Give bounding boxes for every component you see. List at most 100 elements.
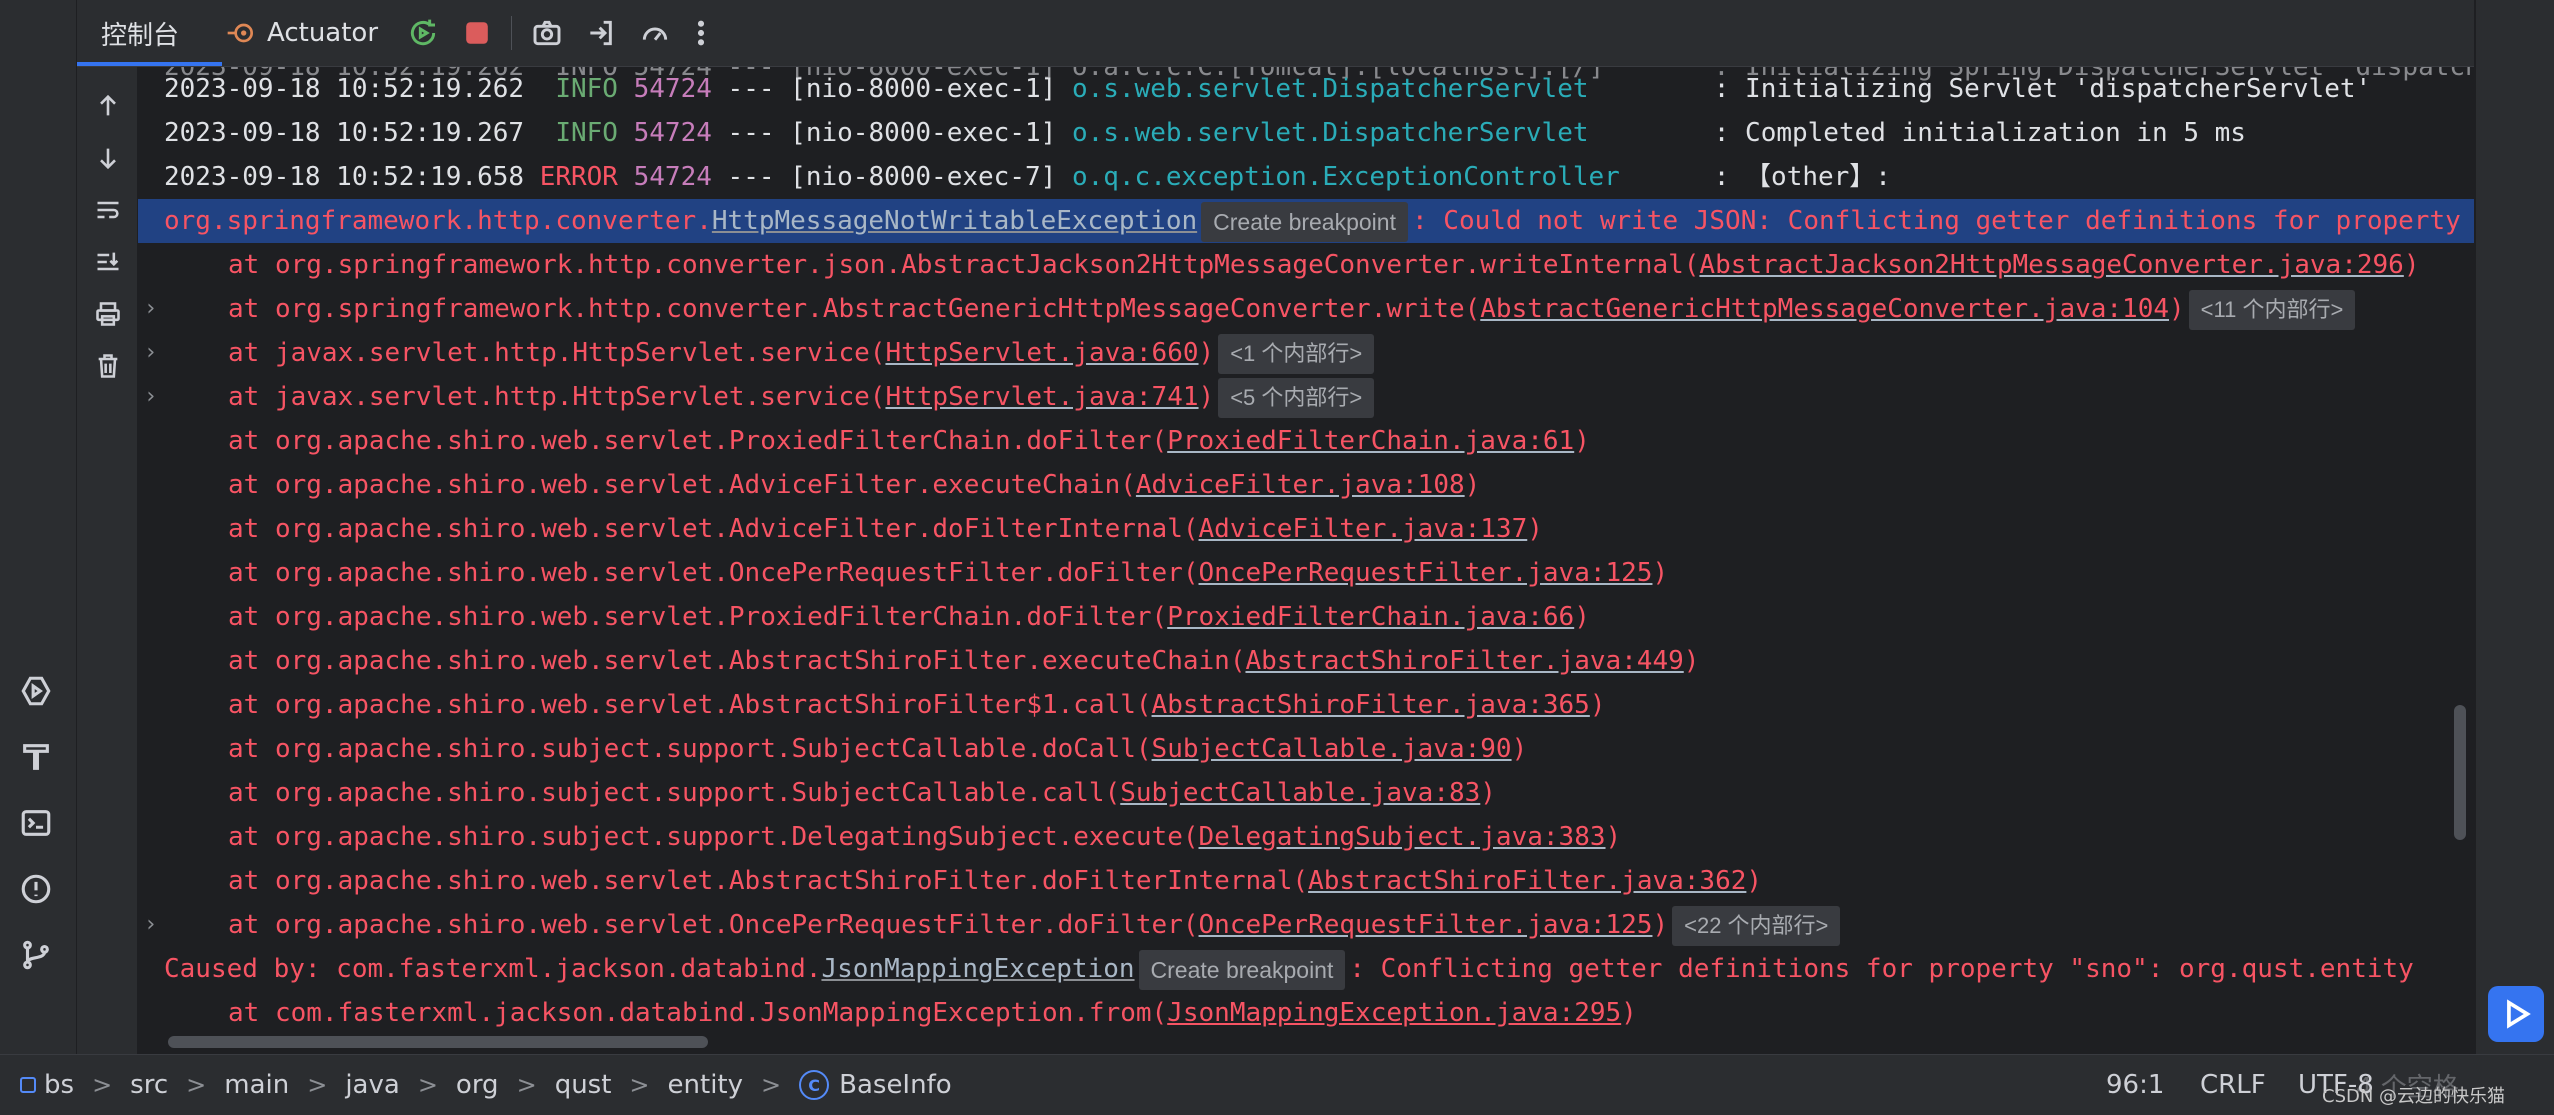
expand-fold-icon[interactable]: › bbox=[144, 287, 157, 331]
source-link[interactable]: JsonMappingException.java:295 bbox=[1167, 998, 1621, 1028]
chevron-right-icon: > bbox=[307, 1071, 328, 1099]
build-icon[interactable] bbox=[17, 738, 55, 776]
stack-frame-line: at org.apache.shiro.subject.support.Subj… bbox=[228, 734, 1528, 764]
soft-wrap-button[interactable] bbox=[91, 193, 125, 227]
stack-frame-line: at org.apache.shiro.web.servlet.ProxiedF… bbox=[228, 426, 1590, 456]
watermark: CSDN @云边的快乐猫 bbox=[2322, 1086, 2506, 1107]
stop-button[interactable] bbox=[459, 15, 495, 51]
scroll-up-button[interactable] bbox=[91, 89, 125, 123]
expand-fold-icon[interactable]: › bbox=[144, 375, 157, 419]
breadcrumb-item[interactable]: C BaseInfo bbox=[799, 1070, 952, 1100]
source-link[interactable]: SubjectCallable.java:90 bbox=[1152, 734, 1512, 764]
gauge-icon bbox=[642, 27, 668, 41]
problems-icon[interactable] bbox=[17, 870, 55, 908]
source-link[interactable]: OncePerRequestFilter.java:125 bbox=[1199, 910, 1653, 940]
breadcrumb: bs > src > main > java > org > qust > entity > C BaseIn… bbox=[20, 1055, 952, 1115]
soft-wrap-icon bbox=[97, 201, 119, 219]
stack-frame-line: at org.springframework.http.converter.js… bbox=[228, 250, 2420, 280]
stack-frame-line: at org.apache.shiro.web.servlet.Abstract… bbox=[228, 690, 1606, 720]
source-link[interactable]: SubjectCallable.java:83 bbox=[1120, 778, 1480, 808]
print-button[interactable] bbox=[91, 297, 125, 331]
expand-fold-icon[interactable]: › bbox=[144, 331, 157, 375]
source-link[interactable]: AbstractJackson2HttpMessageConverter.jav… bbox=[1699, 250, 2403, 280]
caused-by-line: Caused by: com.fasterxml.jackson.databin… bbox=[138, 947, 2474, 991]
source-link[interactable]: AbstractShiroFilter.java:362 bbox=[1308, 866, 1746, 896]
scroll-to-end-icon bbox=[97, 252, 119, 271]
create-breakpoint-hint[interactable]: Create breakpoint bbox=[1138, 949, 1346, 990]
breadcrumb-item[interactable]: src bbox=[130, 1070, 168, 1100]
git-icon[interactable] bbox=[17, 936, 55, 974]
stack-frame-line: › at javax.servlet.http.HttpServlet.servi… bbox=[138, 331, 2474, 375]
caret-position[interactable]: 96:1 bbox=[2106, 1055, 2164, 1115]
breadcrumb-item[interactable]: qust bbox=[555, 1070, 612, 1100]
profiler-button[interactable] bbox=[637, 15, 673, 51]
camera-icon bbox=[533, 20, 561, 46]
horizontal-scrollbar[interactable] bbox=[168, 1036, 708, 1048]
chevron-right-icon: > bbox=[516, 1071, 537, 1099]
breadcrumb-item[interactable]: java bbox=[345, 1070, 399, 1100]
actuator-icon bbox=[227, 23, 253, 43]
vertical-scrollbar[interactable] bbox=[2454, 705, 2466, 840]
exception-class-link[interactable]: HttpMessageNotWritableException bbox=[712, 206, 1197, 236]
screenshot-button[interactable] bbox=[529, 15, 565, 51]
stack-frame-line: › at org.apache.shiro.web.servlet.OncePer… bbox=[138, 903, 2474, 947]
console-output[interactable]: 2023-09-18 10:52:19.262 INFO 54724 --- [… bbox=[138, 67, 2474, 1054]
log-line: 2023-09-18 10:52:19.267 INFO 54724 --- [… bbox=[164, 118, 2246, 148]
stack-frame-line: at com.fasterxml.jackson.databind.JsonMa… bbox=[228, 998, 1637, 1028]
rerun-button[interactable] bbox=[405, 15, 441, 51]
source-link[interactable]: AdviceFilter.java:108 bbox=[1136, 470, 1465, 500]
log-line: 2023-09-18 10:52:19.658 ERROR 54724 --- … bbox=[164, 162, 1891, 192]
source-link[interactable]: DelegatingSubject.java:383 bbox=[1199, 822, 1606, 852]
class-icon: C bbox=[799, 1070, 830, 1100]
run-action-button[interactable] bbox=[2488, 986, 2544, 1042]
stack-frame-line: › at org.springframework.http.converter.A… bbox=[138, 287, 2474, 331]
play-icon bbox=[2507, 999, 2531, 1029]
breadcrumb-item[interactable]: bs bbox=[20, 1070, 74, 1100]
tab-console[interactable]: 控制台 bbox=[101, 0, 179, 66]
scroll-to-end-button[interactable] bbox=[91, 245, 125, 279]
scroll-down-button[interactable] bbox=[91, 141, 125, 175]
source-link[interactable]: AbstractGenericHttpMessageConverter.java… bbox=[1480, 294, 2169, 324]
stack-frame-line: at org.apache.shiro.web.servlet.Abstract… bbox=[228, 646, 1700, 676]
source-link[interactable]: AdviceFilter.java:137 bbox=[1199, 514, 1528, 544]
exit-icon bbox=[590, 20, 612, 46]
caused-by-class-link[interactable]: JsonMappingException bbox=[821, 954, 1134, 984]
internal-lines-hint[interactable]: <5 个内部行> bbox=[1218, 377, 1375, 418]
stack-frame-line: at org.apache.shiro.web.servlet.AdviceFi… bbox=[228, 470, 1481, 500]
source-link[interactable]: OncePerRequestFilter.java:125 bbox=[1199, 558, 1653, 588]
breadcrumb-item[interactable]: org bbox=[456, 1070, 499, 1100]
internal-lines-hint[interactable]: <11 个内部行> bbox=[2188, 289, 2356, 330]
source-link[interactable]: AbstractShiroFilter.java:449 bbox=[1245, 646, 1683, 676]
more-vertical-icon bbox=[697, 20, 705, 46]
exit-button[interactable] bbox=[583, 15, 619, 51]
tab-actuator[interactable]: Actuator bbox=[225, 0, 378, 66]
tab-console-label: 控制台 bbox=[101, 20, 180, 51]
source-link[interactable]: ProxiedFilterChain.java:66 bbox=[1167, 602, 1574, 632]
expand-fold-icon[interactable]: › bbox=[144, 903, 157, 947]
trash-icon bbox=[98, 354, 118, 378]
terminal-icon[interactable] bbox=[17, 804, 55, 842]
source-link[interactable]: HttpServlet.java:741 bbox=[885, 382, 1198, 412]
internal-lines-hint[interactable]: <1 个内部行> bbox=[1218, 333, 1375, 374]
line-separator[interactable]: CRLF bbox=[2200, 1055, 2266, 1115]
source-link[interactable]: AbstractShiroFilter.java:365 bbox=[1152, 690, 1590, 720]
tab-actuator-label: Actuator bbox=[267, 18, 379, 48]
console-gutter bbox=[77, 67, 137, 1054]
breadcrumb-item[interactable]: main bbox=[224, 1070, 289, 1100]
stack-frame-line: at org.apache.shiro.subject.support.Dele… bbox=[228, 822, 1622, 852]
module-icon bbox=[20, 1077, 36, 1093]
chevron-right-icon: > bbox=[186, 1071, 207, 1099]
stop-icon bbox=[466, 22, 488, 44]
breadcrumb-item[interactable]: entity bbox=[668, 1070, 743, 1100]
exception-line: org.springframework.http.converter.HttpM… bbox=[138, 199, 2474, 243]
source-link[interactable]: ProxiedFilterChain.java:61 bbox=[1167, 426, 1574, 456]
chevron-right-icon: > bbox=[761, 1071, 782, 1099]
internal-lines-hint[interactable]: <22 个内部行> bbox=[1672, 905, 1841, 946]
stack-frame-line: at org.apache.shiro.subject.support.Subj… bbox=[228, 778, 1496, 808]
services-icon[interactable] bbox=[17, 672, 55, 710]
status-bar: bs > src > main > java > org > qust > entity > C BaseIn… bbox=[0, 1054, 2554, 1115]
clear-button[interactable] bbox=[91, 349, 125, 383]
create-breakpoint-hint[interactable]: Create breakpoint bbox=[1201, 201, 1408, 242]
source-link[interactable]: HttpServlet.java:660 bbox=[885, 338, 1198, 368]
more-options-button[interactable] bbox=[683, 15, 719, 51]
